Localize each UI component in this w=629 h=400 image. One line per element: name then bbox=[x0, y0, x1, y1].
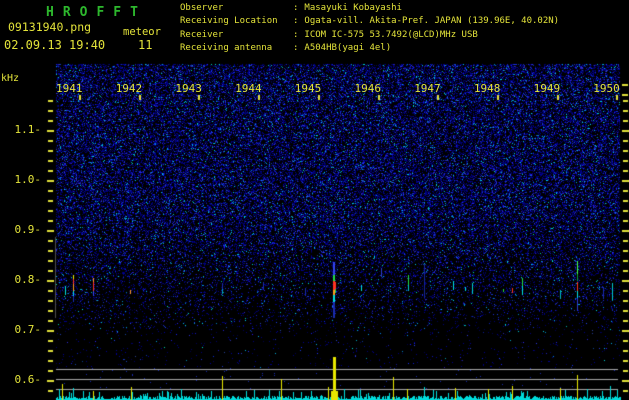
info-value: Ogata-vill. Akita-Pref. JAPAN (139.96E, … bbox=[304, 16, 560, 27]
info-label: Receiving antenna bbox=[180, 43, 273, 54]
datetime-label: 02.09.13 19:40 bbox=[4, 38, 106, 52]
mode-label: meteor bbox=[123, 26, 161, 38]
app-title: HROFFT bbox=[46, 5, 147, 20]
info-row-antenna: Receiving antenna: A504HB(yagi 4el) bbox=[180, 42, 559, 55]
info-separator: : bbox=[293, 3, 299, 13]
info-separator: : bbox=[293, 16, 299, 27]
y-axis-unit-label: kHz bbox=[1, 73, 20, 84]
info-label: Observer bbox=[180, 3, 224, 13]
output-filename: 09131940.png bbox=[8, 20, 92, 34]
info-row-location: Receiving Location: Ogata-vill. Akita-Pre… bbox=[180, 15, 559, 28]
spectrogram-canvas bbox=[0, 0, 629, 400]
station-info-block: Observer: Masayuki Kobayashi Receiving Lo… bbox=[180, 2, 559, 56]
hrofft-screen: HROFFT 09131940.png meteor 02.09.13 19:4… bbox=[0, 0, 629, 400]
info-value: ICOM IC-575 53.7492(@LCD)MHz USB bbox=[304, 29, 478, 40]
info-row-receiver: Receiver: ICOM IC-575 53.7492(@LCD)MHz US… bbox=[180, 29, 559, 42]
info-label: Receiver bbox=[180, 29, 224, 40]
info-value: Masayuki Kobayashi bbox=[304, 3, 402, 13]
info-separator: : bbox=[293, 29, 299, 40]
info-value: A504HB(yagi 4el) bbox=[304, 43, 392, 54]
meteor-count: 11 bbox=[138, 38, 153, 52]
info-label: Receiving Location bbox=[180, 16, 278, 27]
info-row-observer: Observer: Masayuki Kobayashi bbox=[180, 2, 559, 15]
info-separator: : bbox=[293, 43, 299, 54]
